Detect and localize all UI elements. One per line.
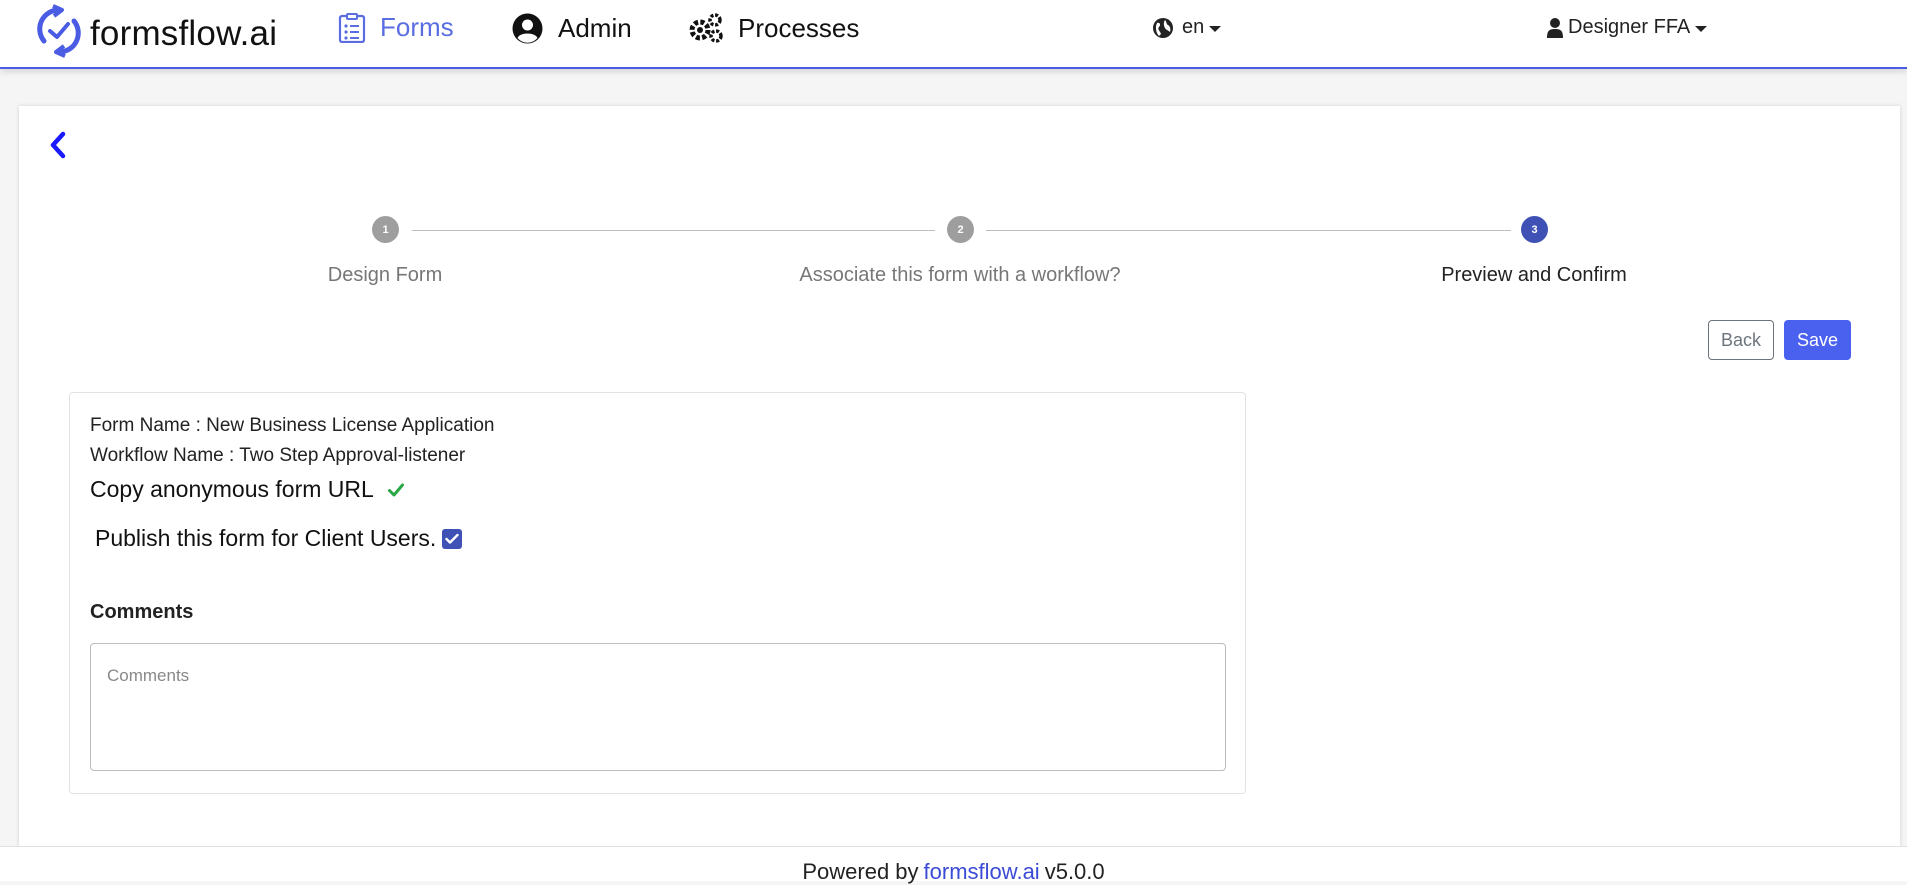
step-1-label[interactable]: Design Form bbox=[155, 264, 615, 287]
clipboard-list-icon bbox=[338, 12, 366, 43]
comments-label: Comments bbox=[90, 601, 194, 623]
form-name-text: Form Name : New Business License Applica… bbox=[90, 415, 495, 436]
copy-url-label: Copy anonymous form URL bbox=[90, 476, 374, 502]
step-3-label[interactable]: Preview and Confirm bbox=[1304, 264, 1764, 287]
check-icon bbox=[387, 483, 404, 497]
nav-forms[interactable]: Forms bbox=[338, 12, 454, 43]
preview-panel: Form Name : New Business License Applica… bbox=[69, 392, 1246, 794]
step-1-circle[interactable]: 1 bbox=[372, 216, 399, 243]
cogs-icon bbox=[688, 12, 724, 44]
top-navbar: formsflow.ai Forms Admin Processes en De… bbox=[0, 0, 1907, 69]
nav-admin-label: Admin bbox=[558, 13, 632, 43]
footer-version: v5.0.0 bbox=[1044, 859, 1105, 884]
nav-processes-label: Processes bbox=[738, 12, 860, 43]
step-connector bbox=[986, 230, 1511, 231]
publish-checkbox[interactable] bbox=[442, 528, 463, 549]
back-button[interactable]: Back bbox=[1708, 320, 1774, 360]
workflow-name-text: Workflow Name : Two Step Approval-listen… bbox=[90, 445, 466, 466]
comments-textarea[interactable] bbox=[90, 643, 1226, 771]
nav-forms-label: Forms bbox=[380, 12, 454, 42]
step-connector bbox=[412, 230, 935, 231]
step-3-circle[interactable]: 3 bbox=[1521, 216, 1548, 243]
nav-processes[interactable]: Processes bbox=[688, 12, 859, 44]
language-dropdown[interactable]: en bbox=[1152, 16, 1222, 39]
step-2-label[interactable]: Associate this form with a workflow? bbox=[730, 264, 1190, 287]
footer-formsflow-link[interactable]: formsflow.ai bbox=[924, 859, 1040, 885]
user-name: Designer FFA bbox=[1568, 16, 1691, 38]
nav-admin[interactable]: Admin bbox=[511, 12, 632, 45]
publish-label: Publish this form for Client Users. bbox=[95, 525, 437, 551]
checkbox-check-icon bbox=[445, 533, 459, 544]
user-circle-icon bbox=[511, 12, 544, 45]
copy-anonymous-url-button[interactable]: Copy anonymous form URL bbox=[90, 476, 404, 503]
publish-row: Publish this form for Client Users. bbox=[95, 525, 463, 552]
formsflow-logo-icon bbox=[36, 4, 82, 63]
brand[interactable]: formsflow.ai bbox=[36, 4, 277, 63]
user-icon bbox=[1546, 17, 1564, 39]
chevron-left-icon[interactable] bbox=[47, 130, 69, 165]
user-dropdown[interactable]: Designer FFA bbox=[1546, 16, 1708, 39]
step-2-circle[interactable]: 2 bbox=[947, 216, 974, 243]
language-label: en bbox=[1182, 16, 1205, 38]
caret-down-icon bbox=[1209, 25, 1222, 32]
save-button[interactable]: Save bbox=[1784, 320, 1851, 360]
globe-icon bbox=[1152, 17, 1174, 39]
footer-prefix: Powered by bbox=[802, 859, 919, 884]
main-card: 1 2 3 Design Form Associate this form wi… bbox=[19, 106, 1900, 846]
brand-name: formsflow.ai bbox=[90, 13, 278, 53]
footer: Powered by formsflow.ai v5.0.0 bbox=[0, 846, 1907, 884]
caret-down-icon bbox=[1695, 25, 1708, 32]
